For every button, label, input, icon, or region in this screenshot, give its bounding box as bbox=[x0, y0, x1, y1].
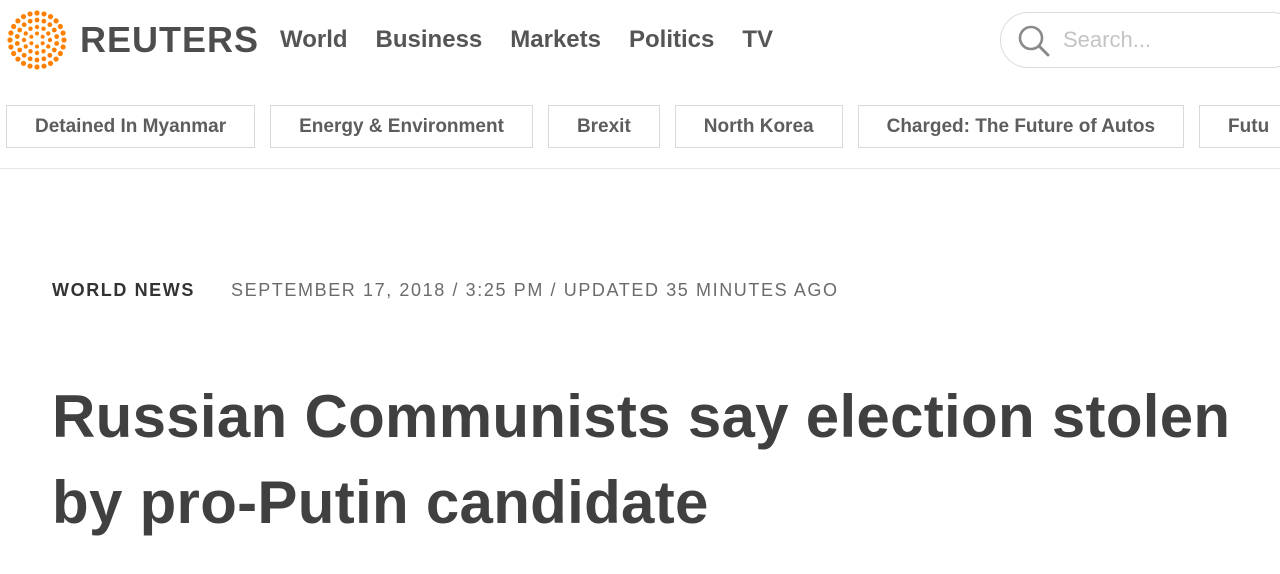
logo-dot bbox=[27, 56, 33, 62]
article-meta: WORLD NEWS SEPTEMBER 17, 2018 / 3:25 PM /… bbox=[52, 278, 839, 302]
logo-dot bbox=[54, 34, 60, 39]
logo-dot bbox=[41, 56, 47, 62]
topic-brexit[interactable]: Brexit bbox=[547, 105, 660, 148]
logo-dot bbox=[29, 34, 34, 39]
site-header: REUTERS World Business Markets Politics … bbox=[0, 0, 1280, 82]
logo-dot bbox=[28, 49, 33, 54]
article-headline: Russian Communists say election stolen b… bbox=[52, 374, 1280, 546]
logo-dot bbox=[8, 44, 14, 50]
nav-item-tv[interactable]: TV bbox=[742, 24, 773, 56]
logo-dot bbox=[35, 44, 39, 49]
logo-dot bbox=[17, 27, 23, 33]
logo-dot bbox=[34, 24, 40, 30]
logo-dot bbox=[41, 63, 47, 69]
logo-dot bbox=[57, 50, 63, 57]
brand-wordmark[interactable]: REUTERS bbox=[80, 18, 259, 62]
logo-dot bbox=[53, 18, 59, 24]
search-box[interactable] bbox=[1000, 12, 1280, 68]
logo-dot bbox=[15, 56, 21, 62]
nav-item-world[interactable]: World bbox=[280, 24, 348, 56]
logo-dot bbox=[27, 63, 33, 69]
logo-dot bbox=[21, 52, 27, 58]
logo-dot bbox=[47, 14, 54, 20]
logo-dot bbox=[14, 34, 20, 39]
logo-dot bbox=[11, 50, 17, 57]
logo-dot bbox=[15, 18, 21, 24]
logo-dot bbox=[17, 47, 23, 53]
logo-dot bbox=[54, 41, 60, 46]
logo-dot bbox=[51, 47, 57, 53]
logo-dot bbox=[60, 44, 66, 50]
logo-dot bbox=[57, 23, 63, 30]
logo-dot bbox=[27, 11, 33, 17]
article-section[interactable]: WORLD NEWS bbox=[52, 280, 195, 300]
logo-dot bbox=[8, 30, 14, 36]
logo-dot bbox=[34, 57, 40, 63]
logo-dot bbox=[29, 41, 34, 46]
logo-dot bbox=[28, 26, 33, 31]
logo-dot bbox=[7, 37, 13, 43]
article-date: SEPTEMBER 17, 2018 / 3:25 PM / UPDATED 3… bbox=[230, 280, 839, 300]
logo-dot bbox=[34, 10, 40, 16]
logo-dot bbox=[46, 44, 51, 49]
nav-item-business[interactable]: Business bbox=[376, 24, 483, 56]
reuters-logo-icon[interactable] bbox=[6, 9, 68, 71]
search-input[interactable] bbox=[1063, 25, 1263, 55]
logo-dot bbox=[23, 31, 28, 36]
topic-charged-future-of-autos[interactable]: Charged: The Future of Autos bbox=[857, 105, 1185, 148]
logo-dot bbox=[23, 44, 28, 49]
logo-dot bbox=[60, 30, 66, 36]
topic-north-korea[interactable]: North Korea bbox=[674, 105, 843, 148]
logo-dot bbox=[11, 23, 17, 30]
nav-item-markets[interactable]: Markets bbox=[510, 24, 601, 56]
logo-dot bbox=[41, 26, 46, 31]
logo-dot bbox=[40, 34, 45, 39]
topic-energy-environment[interactable]: Energy & Environment bbox=[270, 105, 533, 148]
logo-dot bbox=[47, 60, 54, 66]
logo-dot bbox=[21, 37, 27, 43]
logo-dot bbox=[46, 31, 51, 36]
header-divider bbox=[0, 168, 1280, 169]
logo-dot bbox=[20, 14, 27, 20]
logo-dot bbox=[61, 37, 67, 43]
logo-dot bbox=[47, 52, 53, 58]
logo-dot bbox=[21, 22, 27, 28]
logo-dot bbox=[47, 22, 53, 28]
logo-dot bbox=[14, 41, 20, 46]
logo-dot bbox=[20, 60, 27, 66]
search-icon[interactable] bbox=[1017, 24, 1051, 58]
logo-dot bbox=[35, 31, 39, 36]
topic-detained-in-myanmar[interactable]: Detained In Myanmar bbox=[6, 105, 256, 148]
headline-line-1: Russian Communists say election stolen bbox=[52, 383, 1231, 450]
topic-truncated[interactable]: Futu bbox=[1199, 105, 1280, 148]
logo-dot bbox=[34, 50, 40, 56]
logo-dot bbox=[27, 18, 33, 24]
logo-dot bbox=[51, 27, 57, 33]
logo-dot bbox=[53, 56, 59, 62]
main-nav: World Business Markets Politics TV bbox=[280, 24, 773, 56]
logo-dot bbox=[34, 17, 40, 23]
logo-dot bbox=[41, 18, 47, 24]
logo-dot bbox=[41, 11, 47, 17]
headline-line-2: by pro-Putin candidate bbox=[52, 469, 709, 536]
logo-dot bbox=[40, 41, 45, 46]
nav-item-politics[interactable]: Politics bbox=[629, 24, 714, 56]
logo-dot bbox=[41, 49, 46, 54]
logo-dot bbox=[34, 64, 40, 70]
logo-dot bbox=[47, 37, 53, 43]
topic-bar: Detained In Myanmar Energy & Environment… bbox=[6, 105, 1280, 149]
